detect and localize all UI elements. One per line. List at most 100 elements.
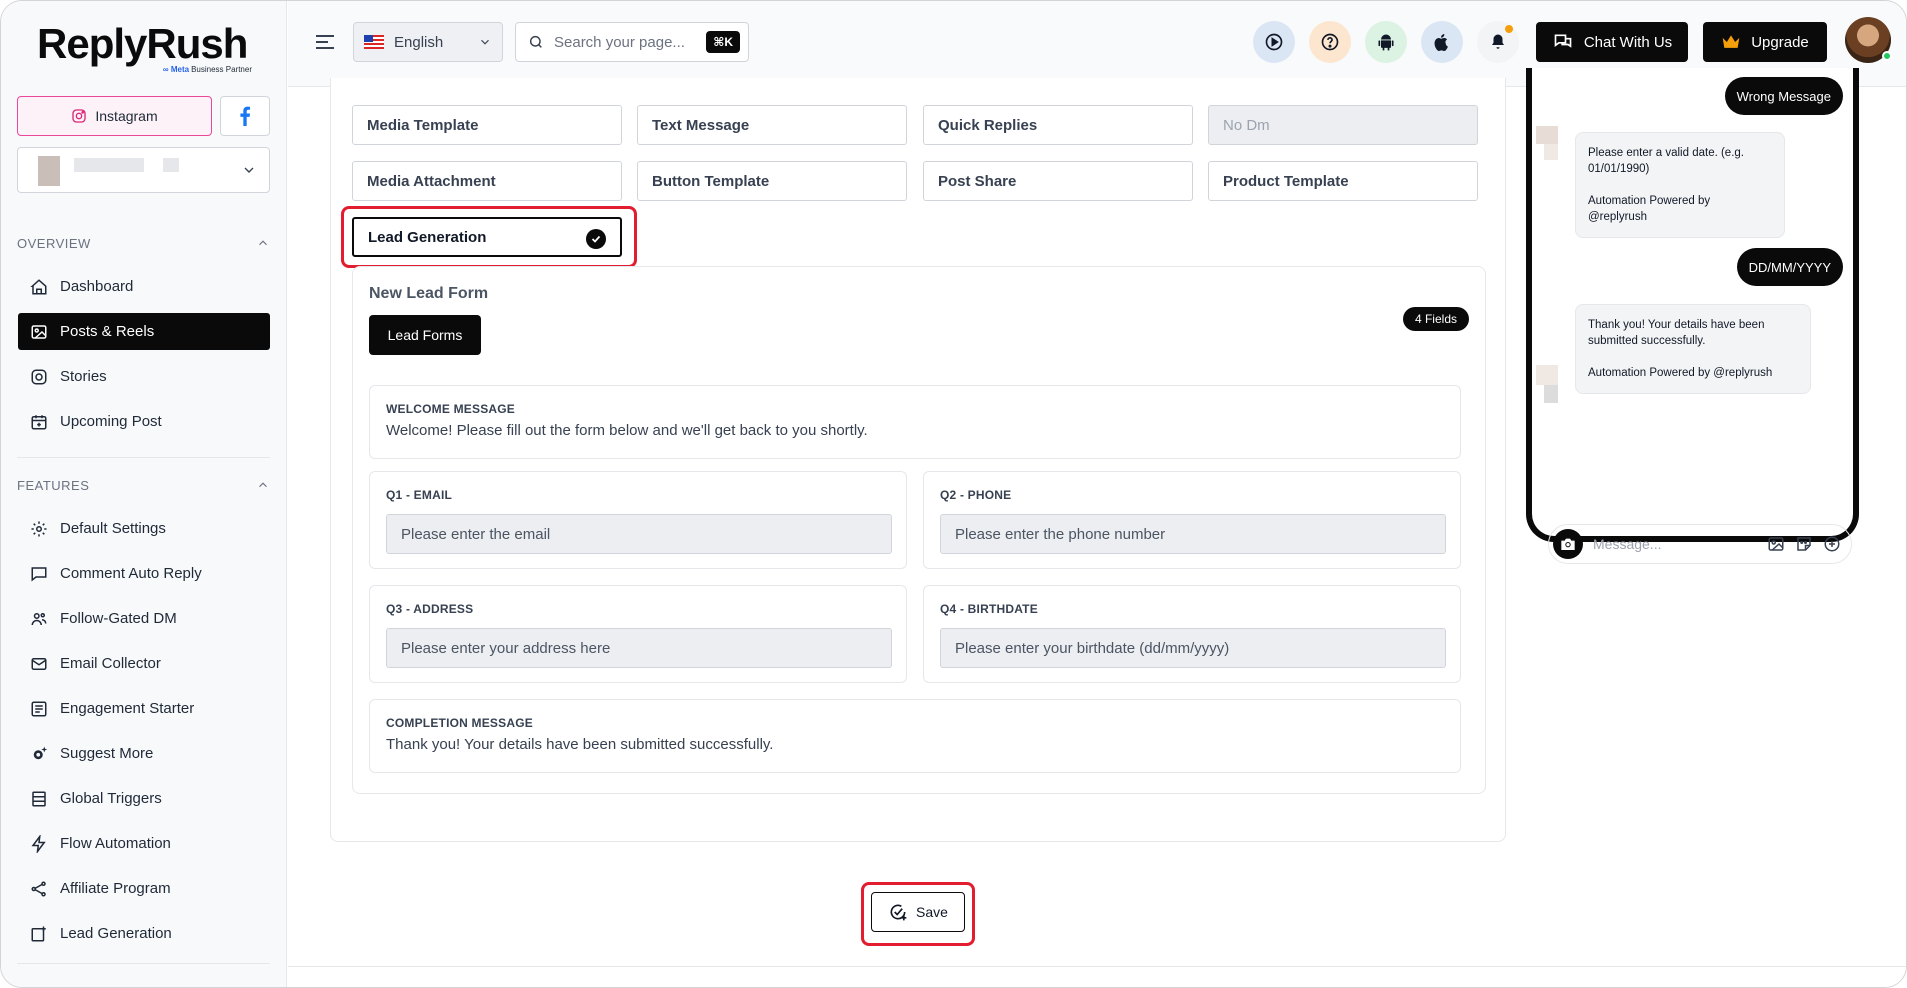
search-icon — [529, 35, 542, 48]
image-icon — [31, 324, 47, 339]
gallery-icon[interactable] — [1767, 535, 1785, 553]
sidebar: ReplyRush ∞ Meta Business Partner Instag… — [1, 1, 287, 987]
phone-field[interactable] — [940, 514, 1446, 554]
footer-divider — [288, 966, 1906, 967]
chevron-up-icon — [259, 240, 267, 246]
question-label: Q3 - ADDRESS — [386, 602, 474, 616]
upgrade-button[interactable]: Upgrade — [1703, 22, 1827, 62]
type-lead-generation[interactable]: Lead Generation — [352, 217, 622, 257]
birthdate-field[interactable] — [940, 628, 1446, 668]
sidebar-item-posts-reels[interactable]: Posts & Reels — [18, 313, 270, 350]
sidebar-item-label: Engagement Starter — [60, 700, 195, 717]
sidebar-item-default-settings[interactable]: Default Settings — [18, 510, 270, 547]
app-window: ReplyRush ∞ Meta Business Partner Instag… — [0, 0, 1907, 988]
search-box[interactable]: ⌘K — [515, 22, 749, 62]
chevron-down-icon — [481, 39, 489, 45]
type-quick-replies[interactable]: Quick Replies — [923, 105, 1193, 145]
sidebar-item-follow-gated-dm[interactable]: Follow-Gated DM — [18, 600, 270, 637]
type-text-message[interactable]: Text Message — [637, 105, 907, 145]
sidebar-item-stories[interactable]: Stories — [18, 358, 270, 395]
type-label: Post Share — [938, 172, 1017, 190]
type-no-dm[interactable]: No Dm — [1208, 105, 1478, 145]
chat-bubbles-icon — [1554, 34, 1572, 48]
help-button[interactable] — [1309, 21, 1351, 63]
completion-message-text: Thank you! Your details have been submit… — [386, 736, 774, 753]
camera-icon[interactable] — [1553, 529, 1583, 559]
sidebar-item-suggest-more[interactable]: Suggest More — [18, 735, 270, 772]
sidebar-item-label: Lead Generation — [60, 925, 172, 942]
save-check-icon — [890, 904, 907, 921]
sidebar-item-comment-auto-reply[interactable]: Comment Auto Reply — [18, 555, 270, 592]
account-meta-blurred — [163, 158, 179, 172]
sidebar-item-engagement-starter[interactable]: Engagement Starter — [18, 690, 270, 727]
question-birthdate-box: Q4 - BIRTHDATE — [923, 585, 1461, 683]
features-section-header[interactable]: FEATURES — [17, 475, 270, 495]
type-post-share[interactable]: Post Share — [923, 161, 1193, 201]
account-selector[interactable] — [17, 147, 270, 193]
overview-section-header[interactable]: OVERVIEW — [17, 233, 270, 253]
message-composer[interactable] — [1548, 524, 1852, 564]
crown-icon — [1722, 35, 1740, 48]
sidebar-item-upcoming-post[interactable]: Upcoming Post — [18, 403, 270, 440]
video-tutorial-button[interactable] — [1253, 21, 1295, 63]
sender-avatar-blurred — [1544, 144, 1558, 160]
sidebar-divider — [17, 457, 270, 458]
sidebar-item-global-triggers[interactable]: Global Triggers — [18, 780, 270, 817]
meta-logo-text: ∞ Meta — [162, 65, 190, 74]
question-label: Q2 - PHONE — [940, 488, 1012, 502]
sidebar-item-lead-generation[interactable]: Lead Generation — [18, 915, 270, 952]
type-media-attachment[interactable]: Media Attachment — [352, 161, 622, 201]
android-app-button[interactable] — [1365, 21, 1407, 63]
chat-with-us-button[interactable]: Chat With Us — [1536, 22, 1688, 62]
chevron-down-icon — [244, 167, 254, 173]
menu-icon[interactable] — [314, 33, 336, 51]
calendar-plus-icon — [31, 414, 47, 429]
add-circle-icon[interactable] — [1823, 535, 1841, 553]
chevron-up-icon — [259, 482, 267, 488]
instagram-icon — [72, 109, 87, 123]
welcome-message-box[interactable]: WELCOME MESSAGE Welcome! Please fill out… — [369, 385, 1461, 459]
features-label: FEATURES — [17, 477, 90, 493]
type-label: No Dm — [1223, 116, 1270, 134]
email-field[interactable] — [386, 514, 892, 554]
facebook-icon — [240, 106, 250, 126]
completion-message-box[interactable]: COMPLETION MESSAGE Thank you! Your detai… — [369, 699, 1461, 773]
sidebar-item-flow-automation[interactable]: Flow Automation — [18, 825, 270, 862]
home-icon — [30, 278, 47, 294]
sidebar-item-label: Default Settings — [60, 520, 166, 537]
brand-logo[interactable]: ReplyRush ∞ Meta Business Partner — [37, 21, 252, 77]
instagram-account-button[interactable]: Instagram — [17, 96, 212, 136]
type-product-template[interactable]: Product Template — [1208, 161, 1478, 201]
address-field[interactable] — [386, 628, 892, 668]
bolt-icon — [31, 834, 46, 853]
online-status-dot — [1882, 51, 1892, 61]
main-content: Media Template Text Message Quick Replie… — [288, 68, 1906, 987]
instagram-label: Instagram — [95, 108, 158, 124]
instagram-icon — [31, 369, 47, 384]
message-input[interactable] — [1593, 536, 1723, 552]
mail-icon — [31, 657, 47, 670]
share-icon — [31, 881, 46, 896]
search-input[interactable] — [554, 33, 694, 51]
sidebar-divider — [17, 963, 270, 964]
gear-icon — [31, 521, 47, 536]
sender-avatar-blurred — [1536, 365, 1558, 385]
sidebar-item-email-collector[interactable]: Email Collector — [18, 645, 270, 682]
sticker-icon[interactable] — [1795, 535, 1813, 553]
notifications-button[interactable] — [1477, 21, 1519, 63]
facebook-account-button[interactable] — [220, 96, 270, 136]
notification-dot — [1505, 25, 1513, 33]
type-media-template[interactable]: Media Template — [352, 105, 622, 145]
language-select[interactable]: English — [353, 22, 503, 62]
sender-avatar-blurred — [1536, 126, 1558, 144]
sidebar-item-affiliate-program[interactable]: Affiliate Program — [18, 870, 270, 907]
sidebar-item-dashboard[interactable]: Dashboard — [18, 268, 270, 305]
lead-form-title: New Lead Form — [369, 285, 489, 302]
lead-forms-button[interactable]: Lead Forms — [369, 315, 481, 355]
ios-app-button[interactable] — [1421, 21, 1463, 63]
type-button-template[interactable]: Button Template — [637, 161, 907, 201]
apple-icon — [1434, 33, 1448, 52]
check-circle-icon — [586, 229, 606, 249]
save-button[interactable]: Save — [871, 892, 965, 932]
sender-avatar-blurred — [1544, 385, 1558, 403]
